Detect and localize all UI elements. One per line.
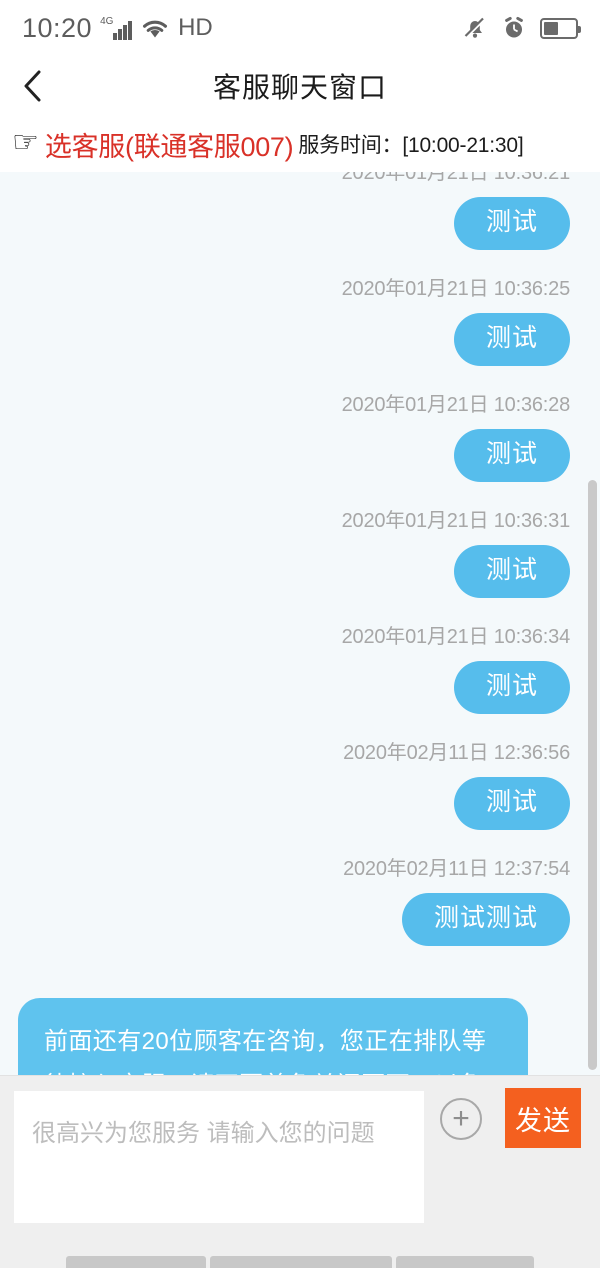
battery-icon [540,17,581,39]
chat-scroll-area[interactable]: 2020年01月21日 10:36:21 测试 2020年01月21日 10:3… [0,172,600,1075]
message-timestamp: 2020年01月21日 10:36:31 [341,510,571,532]
message-bubble[interactable]: 测试 [453,545,570,598]
system-message-row: 前面还有20位顾客在咨询，您正在排队等待接入客服，请不要着急关闭页面，以免客服回… [0,998,600,1075]
page-title: 客服聊天窗口 [212,72,387,103]
status-bar-left: 10:20 4G HD [22,13,213,44]
message-bubble[interactable]: 测试 [453,197,570,250]
status-clock: 10:20 [22,12,93,43]
message-row: 测试 [0,777,600,830]
message-row: 测试 [0,313,600,366]
message-timestamp: 2020年01月21日 10:36:21 [341,172,571,184]
message-item: 2020年01月21日 10:36:25 测试 [0,272,600,366]
message-timestamp: 2020年02月11日 12:36:56 [343,742,570,764]
message-timestamp: 2020年01月21日 10:36:28 [341,394,571,416]
message-bubble[interactable]: 测试 [453,429,570,482]
status-bar: 10:20 4G HD [0,0,600,56]
service-hours-label: 服务时间：[10:00-21:30] [298,134,524,157]
signal-bars-icon: 4G [100,16,133,40]
keyboard-strip [0,1230,600,1268]
message-item: 2020年02月11日 12:36:56 测试 [0,736,600,830]
bell-muted-icon [464,17,486,39]
select-agent-link[interactable]: 选客服(联通客服007) [45,125,294,164]
network-type-label: 4G [100,16,114,27]
attachment-button[interactable]: + [440,1098,482,1140]
message-bubble[interactable]: 测试 [453,777,570,830]
message-item: 2020年01月21日 10:36:21 测试 [0,172,600,250]
chat-scrollbar[interactable] [588,480,597,1070]
phone-screen: 10:20 4G HD 客服聊天窗口 ☞ 选客服(联通客服007) 服务时间：[… [0,0,600,1268]
message-item: 2020年01月21日 10:36:31 测试 [0,504,600,598]
message-timestamp: 2020年02月11日 12:37:54 [343,858,570,880]
nav-bar: 客服聊天窗口 [0,56,600,116]
message-input[interactable] [14,1091,424,1223]
send-button[interactable]: 发送 [505,1088,581,1148]
message-row: 测试 [0,661,600,714]
keyboard-key[interactable] [210,1256,392,1268]
hd-call-label: HD [178,14,213,41]
message-item: 2020年01月21日 10:36:28 测试 [0,388,600,482]
plus-circle-icon: + [452,1102,470,1135]
message-row: 测试 [0,197,600,250]
message-bubble[interactable]: 测试测试 [401,893,570,946]
message-row: 测试 [0,429,600,482]
wifi-icon [143,20,168,38]
status-bar-right [462,15,581,41]
message-item: 2020年02月11日 12:37:54 测试测试 [0,852,600,946]
message-row: 测试测试 [0,893,600,946]
system-message-bubble: 前面还有20位顾客在咨询，您正在排队等待接入客服，请不要着急关闭页面，以免客服回… [18,998,528,1075]
message-row: 测试 [0,545,600,598]
message-item: 2020年01月21日 10:36:34 测试 [0,620,600,714]
agent-subheader: ☞ 选客服(联通客服007) 服务时间：[10:00-21:30] [0,116,600,172]
keyboard-key[interactable] [396,1256,534,1268]
message-bubble[interactable]: 测试 [453,313,570,366]
keyboard-key[interactable] [66,1256,206,1268]
message-list: 2020年01月21日 10:36:21 测试 2020年01月21日 10:3… [0,172,600,1075]
message-timestamp: 2020年01月21日 10:36:34 [341,626,571,648]
pointing-hand-icon: ☞ [12,126,39,159]
message-timestamp: 2020年01月21日 10:36:25 [341,278,571,300]
message-bubble[interactable]: 测试 [453,661,570,714]
alarm-clock-icon [505,16,523,38]
